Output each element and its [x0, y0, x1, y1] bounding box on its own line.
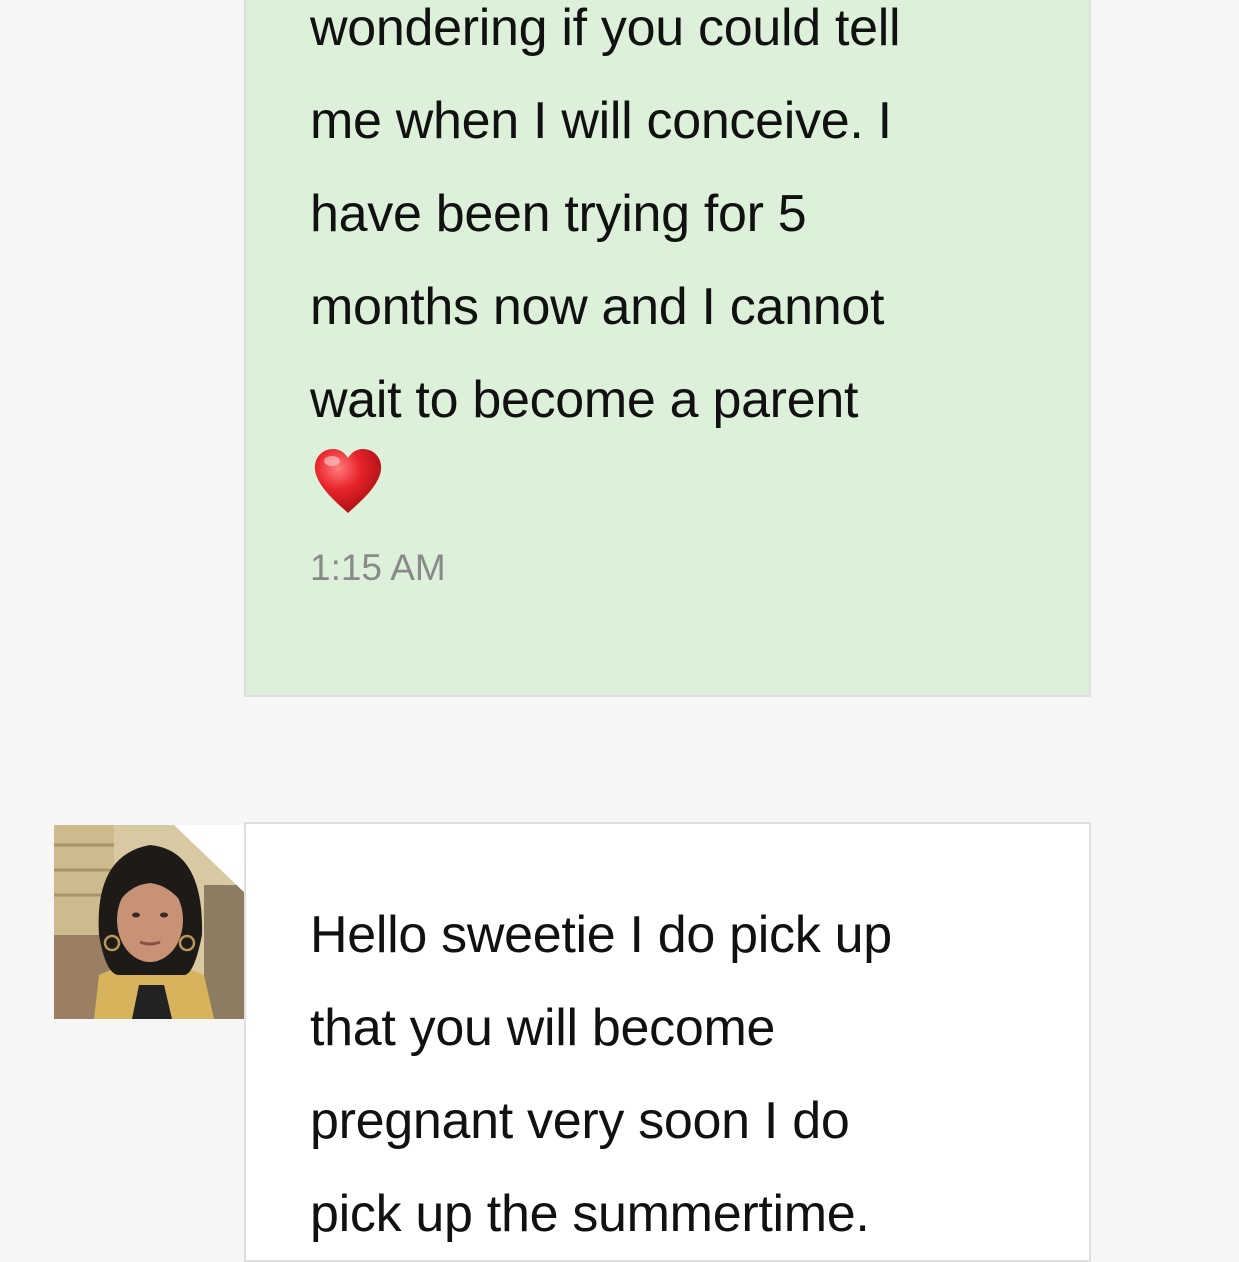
- incoming-message-text: Hello sweetie I do pick up that you will…: [310, 906, 892, 1243]
- heart-icon: [314, 449, 382, 513]
- outgoing-message-text: wondering if you could tell me when I wi…: [310, 0, 901, 429]
- chat-thread: wondering if you could tell me when I wi…: [0, 0, 1239, 1262]
- message-timestamp: 1:15 AM: [310, 547, 446, 588]
- incoming-message-bubble: Hello sweetie I do pick up that you will…: [244, 822, 1091, 1262]
- avatar[interactable]: [54, 825, 247, 1019]
- outgoing-message-bubble: wondering if you could tell me when I wi…: [244, 0, 1091, 697]
- advisor-photo-image: [54, 825, 247, 1019]
